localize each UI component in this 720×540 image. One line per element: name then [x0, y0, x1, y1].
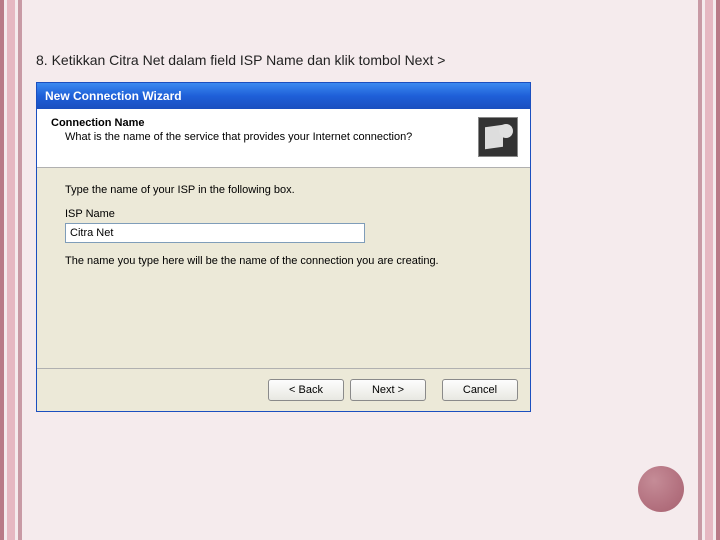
wizard-note: The name you type here will be the name …: [65, 255, 502, 267]
window-titlebar: New Connection Wizard: [37, 83, 530, 109]
isp-name-label: ISP Name: [65, 208, 502, 220]
next-button[interactable]: Next >: [350, 379, 426, 401]
wizard-header-subtitle: What is the name of the service that pro…: [51, 131, 470, 143]
decor-bullet: [638, 466, 684, 512]
wizard-header-title: Connection Name: [51, 117, 470, 129]
isp-name-input[interactable]: [65, 223, 365, 243]
decor-stripes-left: [0, 0, 22, 540]
wizard-body: Type the name of your ISP in the followi…: [37, 168, 530, 368]
slide-instruction: 8. Ketikkan Citra Net dalam field ISP Na…: [36, 52, 684, 68]
connection-wizard-window: New Connection Wizard Connection Name Wh…: [36, 82, 531, 412]
decor-stripes-right: [698, 0, 720, 540]
window-title: New Connection Wizard: [45, 89, 182, 103]
back-button[interactable]: < Back: [268, 379, 344, 401]
cancel-button[interactable]: Cancel: [442, 379, 518, 401]
connection-icon: [478, 117, 518, 157]
wizard-prompt: Type the name of your ISP in the followi…: [65, 184, 502, 196]
wizard-footer: < Back Next > Cancel: [37, 368, 530, 411]
wizard-header: Connection Name What is the name of the …: [37, 109, 530, 168]
